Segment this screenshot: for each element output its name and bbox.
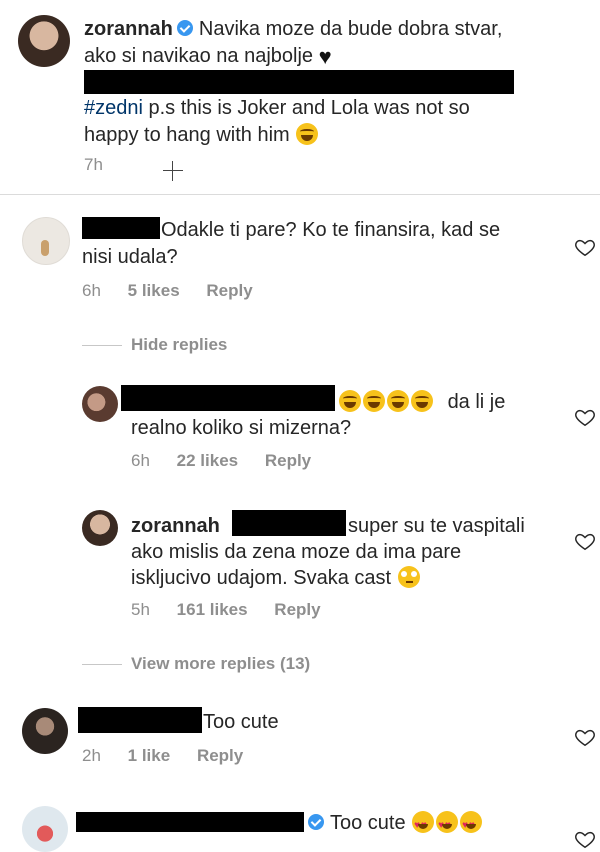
- reply-2-username[interactable]: zorannah: [131, 513, 220, 540]
- heart-outline-icon[interactable]: [574, 236, 596, 258]
- comment-3-text: Too cute: [330, 812, 406, 834]
- verified-badge-icon: [308, 814, 324, 831]
- caption-text-4: p.s this is Joker and Lola was not so: [148, 97, 470, 119]
- hide-replies-button[interactable]: Hide replies: [131, 335, 227, 355]
- avatar[interactable]: [18, 15, 70, 67]
- reply-button[interactable]: Reply: [206, 281, 252, 300]
- avatar[interactable]: [82, 510, 118, 546]
- comment-likes[interactable]: 22 likes: [177, 451, 238, 470]
- redaction-bar: [78, 707, 202, 733]
- caption-text-2: ako si navikao na najbolje: [84, 45, 314, 67]
- caption-line-1: zorannah Navika moze da bude dobra stvar,: [84, 16, 502, 43]
- black-heart-emoji-icon: ♥: [318, 44, 332, 69]
- eye-roll-emoji-icon: [397, 566, 420, 588]
- reply-button[interactable]: Reply: [197, 746, 243, 765]
- avatar[interactable]: [82, 386, 118, 422]
- post-time: 7h: [84, 155, 103, 174]
- verified-badge-icon: [176, 20, 193, 37]
- reply-button[interactable]: Reply: [274, 600, 320, 619]
- comment-3-line-1: Too cute: [304, 810, 483, 839]
- divider: [0, 194, 600, 195]
- laughing-emoji-icon: [363, 390, 385, 412]
- comment-likes[interactable]: 5 likes: [128, 281, 180, 300]
- laughing-emoji-icon: [339, 390, 361, 412]
- reply-2-line-2: ako mislis da zena moze da ima pare: [131, 541, 462, 563]
- comment-2-line-1: Too cute: [203, 711, 279, 733]
- laughing-emoji-icon: [411, 390, 433, 412]
- reply-2-line-3: iskljucivo udajom. Svaka cast: [131, 565, 421, 592]
- caption-text-1: Navika moze da bude dobra stvar,: [198, 18, 503, 40]
- heart-outline-icon[interactable]: [574, 726, 596, 748]
- caption-line-4: #zedni p.s this is Joker and Lola was no…: [84, 95, 470, 122]
- avatar[interactable]: [22, 217, 70, 265]
- heart-eyes-emoji-icon: [460, 811, 483, 839]
- caption-line-5: happy to hang with him: [84, 122, 319, 149]
- comment-time: 6h: [131, 451, 150, 470]
- cursor-crosshair-icon: [163, 161, 183, 181]
- redaction-bar: [232, 510, 346, 536]
- heart-outline-icon[interactable]: [574, 530, 596, 552]
- comment-1-meta: 6h 5 likes Reply: [82, 281, 275, 301]
- caption-text-5: happy to hang with him: [84, 124, 290, 146]
- reply-2-line-1: super su te vaspitali: [348, 515, 525, 537]
- view-more-replies-button[interactable]: View more replies (13): [131, 654, 310, 674]
- replies-dash: [82, 345, 122, 346]
- comment-likes[interactable]: 1 like: [128, 746, 171, 765]
- reply-1-meta: 6h 22 likes Reply: [131, 451, 333, 471]
- redaction-bar: [84, 70, 514, 94]
- redaction-bar: [76, 812, 304, 832]
- post-username[interactable]: zorannah: [84, 18, 173, 40]
- comment-time: 5h: [131, 600, 150, 619]
- redaction-bar: [121, 385, 335, 411]
- laughing-emoji-icon: [296, 123, 319, 145]
- heart-eyes-emoji-icon: [436, 811, 459, 839]
- comment-2-meta: 2h 1 like Reply: [82, 746, 265, 766]
- comment-time: 2h: [82, 746, 101, 765]
- hashtag-link[interactable]: #zedni: [84, 97, 143, 119]
- avatar[interactable]: [22, 708, 68, 754]
- replies-dash: [82, 664, 122, 665]
- comment-time: 6h: [82, 281, 101, 300]
- reply-2-meta: 5h 161 likes Reply: [131, 600, 343, 620]
- caption-line-2: ako si navikao na najbolje ♥: [84, 43, 332, 70]
- reply-2-text-3: iskljucivo udajom. Svaka cast: [131, 567, 392, 589]
- comment-likes[interactable]: 161 likes: [177, 600, 248, 619]
- comment-1-line-2: nisi udala?: [82, 246, 178, 268]
- reply-1-line-2: realno koliko si mizerna?: [131, 417, 352, 439]
- reply-1-text-tail: da li je: [447, 391, 506, 413]
- reply-1-line-1: da li je: [338, 389, 505, 416]
- avatar[interactable]: [22, 806, 68, 852]
- heart-outline-icon[interactable]: [574, 406, 596, 428]
- heart-outline-icon[interactable]: [574, 828, 596, 850]
- heart-eyes-emoji-icon: [412, 811, 435, 839]
- redaction-bar: [82, 217, 160, 239]
- comment-1-line-1: Odakle ti pare? Ko te finansira, kad se: [161, 219, 501, 241]
- laughing-emoji-icon: [387, 390, 409, 412]
- reply-button[interactable]: Reply: [265, 451, 311, 470]
